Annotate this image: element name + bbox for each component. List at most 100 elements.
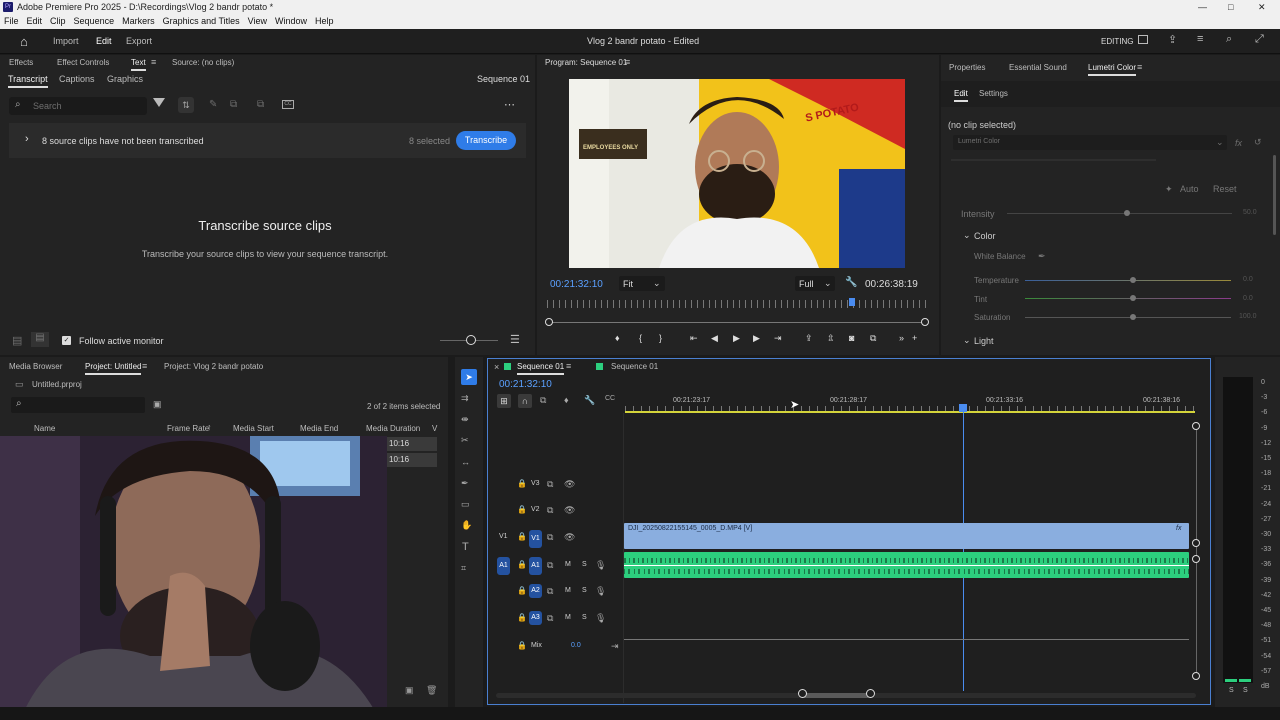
tab-lumetri-color[interactable]: Lumetri Color	[1088, 63, 1137, 76]
close-button[interactable]: ✕	[1258, 0, 1270, 14]
chevron-down-icon[interactable]: ⌄	[963, 335, 971, 346]
ripple-edit-icon[interactable]: ⇼	[461, 414, 469, 425]
menu-item-view[interactable]: View	[248, 16, 267, 26]
reset-arrow-icon[interactable]: ↺	[1254, 137, 1262, 148]
track-a3-target[interactable]: A3	[529, 611, 542, 625]
temperature-slider-track[interactable]	[1025, 280, 1231, 281]
compare-icon[interactable]: ⧉	[870, 333, 876, 344]
caption-tool-icon[interactable]: ⌗	[461, 563, 466, 574]
tab-menu-icon[interactable]: ≡	[142, 361, 147, 371]
bin-icon[interactable]: ▣	[405, 685, 414, 696]
lift-icon[interactable]: ⇪	[805, 333, 813, 344]
fx-icon[interactable]: fx	[1235, 138, 1242, 148]
column-video[interactable]: V	[432, 424, 437, 433]
track-select-icon[interactable]: ⇉	[461, 393, 469, 404]
tab-menu-icon[interactable]: ≡	[566, 361, 571, 371]
program-tab[interactable]: Program: Sequence 01	[545, 58, 627, 67]
share-icon[interactable]: ⇪	[1168, 33, 1177, 46]
lock-icon[interactable]: 🔒	[517, 505, 527, 514]
mic-icon[interactable]: 🎙	[595, 586, 606, 597]
step-back-icon[interactable]: ◀	[711, 333, 718, 344]
eye-icon[interactable]: 👁	[564, 505, 575, 516]
new-bin-icon[interactable]: ▣	[153, 399, 162, 410]
more-icon[interactable]: »	[899, 333, 904, 343]
mix-value[interactable]: 0.0	[571, 642, 581, 649]
filter-icon[interactable]	[153, 98, 165, 107]
hscroll-handle-left[interactable]	[798, 689, 807, 698]
scroll-handle-right[interactable]	[921, 318, 929, 326]
linked-selection-icon[interactable]: ⧉	[540, 395, 546, 406]
color-section-header[interactable]: Color	[974, 231, 996, 241]
mute-button[interactable]: M	[565, 614, 571, 621]
razor-icon[interactable]: ✂	[461, 435, 469, 446]
menu-item-graphics-and-titles[interactable]: Graphics and Titles	[163, 16, 240, 26]
source-a1-target[interactable]: A1	[497, 557, 510, 575]
lock-icon[interactable]: 🔒	[517, 641, 527, 650]
hscroll-handle-right[interactable]	[866, 689, 875, 698]
timeline-tab-active[interactable]: Sequence 01	[517, 362, 565, 375]
track-v1-target[interactable]: V1	[529, 530, 542, 548]
close-icon[interactable]: ×	[494, 362, 499, 372]
subtab-graphics[interactable]: Graphics	[107, 74, 143, 84]
snap-icon[interactable]: ∩	[518, 394, 532, 408]
solo-left[interactable]: S	[1229, 687, 1234, 694]
column-name[interactable]: Name	[34, 424, 55, 433]
lock-icon[interactable]: 🔒	[517, 479, 527, 488]
rectangle-icon[interactable]: ▭	[461, 499, 470, 510]
tab-import[interactable]: Import	[53, 36, 79, 46]
add-marker-icon[interactable]: ♦	[564, 395, 569, 405]
column-frame-rate[interactable]: Frame Rate	[167, 424, 209, 433]
go-to-out-icon[interactable]: ⇥	[774, 333, 782, 344]
mute-button[interactable]: M	[565, 561, 571, 568]
snap-in-icon[interactable]: ⊞	[497, 394, 511, 408]
tab-project-vlog[interactable]: Project: Vlog 2 bandr potato	[164, 362, 263, 371]
search-icon[interactable]: ⌕	[1226, 33, 1232, 46]
subtab-edit[interactable]: Edit	[954, 89, 968, 102]
saturation-slider-handle[interactable]	[1130, 314, 1136, 320]
lumetri-effect-select[interactable]: Lumetri Color ⌄	[953, 135, 1227, 150]
work-area-bar[interactable]	[625, 411, 1195, 413]
zoom-select[interactable]: Fit ⌄	[619, 276, 665, 291]
play-icon[interactable]: ▶	[733, 333, 740, 344]
tab-effect-controls[interactable]: Effect Controls	[57, 58, 109, 67]
slip-icon[interactable]: ↔	[461, 457, 470, 467]
magic-wand-icon[interactable]: ✦	[1165, 184, 1173, 195]
chevron-right-icon[interactable]: ›	[25, 133, 29, 145]
chevron-down-icon[interactable]: ⌄	[963, 230, 971, 241]
tab-menu-icon[interactable]: ≡	[151, 57, 156, 67]
lock-icon[interactable]: 🔒	[517, 613, 527, 622]
scroll-handle-left[interactable]	[545, 318, 553, 326]
sync-icon[interactable]: ⧉	[547, 586, 553, 597]
search-input[interactable]: ⌕ Search	[9, 97, 147, 115]
playhead-line[interactable]	[963, 411, 964, 691]
captions-track-icon[interactable]: CC	[605, 395, 615, 402]
sync-icon[interactable]: ⧉	[547, 505, 553, 516]
menu-item-sequence[interactable]: Sequence	[74, 16, 115, 26]
track-a1-target[interactable]: A1	[529, 557, 542, 575]
project-search-input[interactable]: ⌕	[11, 397, 145, 413]
camera-icon[interactable]: ◙	[849, 333, 854, 343]
type-icon[interactable]: T	[462, 541, 469, 553]
tint-slider-track[interactable]	[1025, 298, 1231, 299]
tab-text[interactable]: Text	[131, 58, 146, 71]
eye-icon[interactable]: 👁	[564, 479, 575, 490]
eyedropper-icon[interactable]: ✒	[1038, 251, 1046, 262]
sync-icon[interactable]: ⧉	[547, 560, 553, 571]
edit-icon[interactable]: ✎	[209, 99, 217, 110]
timeline-timecode[interactable]: 00:21:32:10	[499, 379, 552, 390]
go-to-in-icon[interactable]: ⇤	[690, 333, 698, 344]
mini-playhead[interactable]	[849, 298, 855, 306]
tab-effects[interactable]: Effects	[9, 58, 33, 67]
lock-icon[interactable]: 🔒	[517, 532, 527, 541]
mix-end-icon[interactable]: ⇥	[611, 641, 619, 652]
reset-button[interactable]: Reset	[1213, 184, 1237, 194]
mic-icon[interactable]: 🎙	[595, 560, 606, 571]
more-options-icon[interactable]: ⋯	[504, 98, 515, 111]
tab-properties[interactable]: Properties	[949, 63, 985, 72]
add-button-icon[interactable]: +	[912, 333, 917, 343]
tab-edit[interactable]: Edit	[96, 36, 112, 46]
horizontal-scroll-thumb[interactable]	[802, 693, 870, 698]
scroll-bar[interactable]	[549, 322, 927, 323]
menu-item-markers[interactable]: Markers	[122, 16, 155, 26]
vscroll-handle-bottom[interactable]	[1192, 672, 1200, 680]
